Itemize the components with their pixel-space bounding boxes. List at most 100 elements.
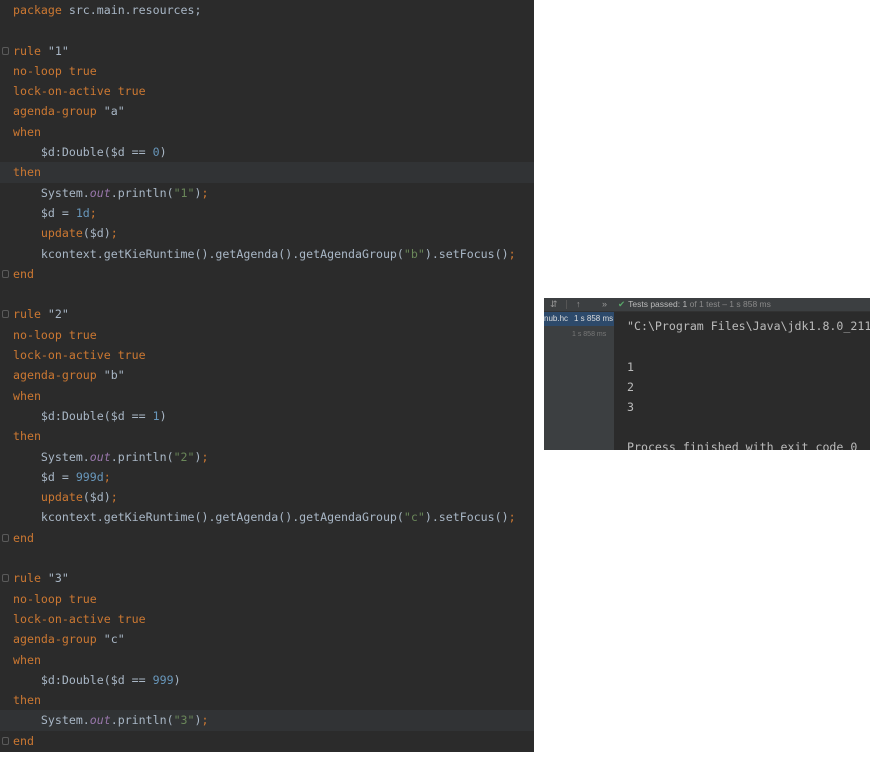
code-line[interactable]: System.out.println("2");	[0, 447, 534, 467]
code-line[interactable]: agenda-group "c"	[0, 629, 534, 649]
code-line[interactable]: rule "3"	[0, 568, 534, 588]
code-token: kcontext.getKieRuntime().getAgenda().get…	[13, 246, 404, 261]
code-token: no-loop	[13, 327, 69, 342]
code-editor[interactable]: package src.main.resources; rule "1" no-lo…	[0, 0, 534, 752]
code-token: then	[13, 165, 41, 180]
code-token: ($d)	[82, 490, 111, 505]
console-output-line: 3	[627, 400, 634, 414]
fold-marker-icon[interactable]	[2, 574, 9, 583]
fold-marker-icon[interactable]	[2, 736, 9, 745]
code-token: ;	[103, 469, 111, 484]
code-token: System.	[13, 449, 90, 464]
code-line[interactable]: when	[0, 122, 534, 142]
code-token: ).setFocus()	[424, 510, 509, 525]
code-line[interactable]: no-loop true	[0, 61, 534, 81]
code-token: end	[13, 530, 34, 545]
test-time: 1 s 858 ms	[574, 314, 614, 323]
sort-icon[interactable]: ⇵	[550, 298, 558, 311]
code-line[interactable]: update($d);	[0, 487, 534, 507]
code-line[interactable]	[0, 20, 534, 40]
code-line[interactable]: rule "1"	[0, 41, 534, 61]
code-token: 999	[152, 672, 174, 687]
console-output-line: 2	[627, 380, 634, 394]
double-chevron-icon[interactable]: »	[602, 298, 607, 311]
code-token: true	[117, 611, 146, 626]
code-token: )	[173, 672, 181, 687]
code-token: ;	[110, 490, 118, 505]
code-token: agenda-group	[13, 632, 104, 647]
code-token: end	[13, 266, 34, 281]
arrow-up-icon[interactable]: ↑	[576, 298, 581, 311]
code-token: "b"	[103, 368, 125, 383]
code-line[interactable]: kcontext.getKieRuntime().getAgenda().get…	[0, 507, 534, 527]
check-icon: ✔	[618, 299, 626, 309]
fold-marker-icon[interactable]	[2, 310, 9, 319]
code-token: )	[194, 449, 202, 464]
code-token: true	[117, 348, 146, 363]
test-tree-row[interactable]: 1 s 858 ms	[544, 328, 614, 342]
code-token: lock-on-active	[13, 611, 118, 626]
run-toolbar: ⇵ ↑ » ✔ Tests passed: 1 of 1 test – 1 s 8…	[544, 298, 870, 312]
code-line[interactable]	[0, 284, 534, 304]
fold-marker-icon[interactable]	[2, 533, 9, 542]
code-token: 999d	[75, 469, 104, 484]
code-line[interactable]: agenda-group "a"	[0, 101, 534, 121]
code-token: )	[194, 185, 202, 200]
tests-status: ✔ Tests passed: 1 of 1 test – 1 s 858 ms	[618, 298, 771, 311]
fold-marker-icon[interactable]	[2, 46, 9, 55]
code-token: ;	[89, 205, 97, 220]
code-line[interactable]: kcontext.getKieRuntime().getAgenda().get…	[0, 244, 534, 264]
code-line[interactable]: then	[0, 690, 534, 710]
status-label: Tests passed:	[628, 299, 681, 309]
code-token: when	[13, 124, 41, 139]
code-line[interactable]: then	[0, 162, 534, 183]
code-token: ).setFocus()	[424, 246, 509, 261]
code-token: then	[13, 429, 41, 444]
code-token: $d =	[13, 469, 76, 484]
code-token: when	[13, 652, 41, 667]
code-token: ;	[110, 226, 118, 241]
code-line[interactable]: when	[0, 386, 534, 406]
console-output[interactable]: "C:\Program Files\Java\jdk1.8.0_211 1 2 …	[614, 312, 870, 450]
code-line[interactable]: end	[0, 731, 534, 751]
code-line[interactable]: update($d);	[0, 223, 534, 243]
code-line[interactable]: end	[0, 528, 534, 548]
code-line[interactable]: System.out.println("1");	[0, 183, 534, 203]
code-token: update	[13, 490, 83, 505]
code-token: "1"	[173, 185, 195, 200]
code-line[interactable]: $d:Double($d == 999)	[0, 670, 534, 690]
code-token: .println(	[110, 713, 174, 728]
code-token: .println(	[110, 185, 174, 200]
code-token: "3"	[47, 571, 69, 586]
code-line[interactable]: end	[0, 264, 534, 284]
console-command: "C:\Program Files\Java\jdk1.8.0_211	[627, 319, 870, 333]
code-line[interactable]: lock-on-active true	[0, 609, 534, 629]
code-token: $d =	[13, 205, 76, 220]
code-line[interactable]: then	[0, 426, 534, 446]
code-line[interactable]: when	[0, 650, 534, 670]
test-tree-row-selected[interactable]: nub.hc 1 s 858 ms	[544, 312, 614, 326]
code-token: "3"	[173, 713, 195, 728]
code-line[interactable]: System.out.println("3");	[0, 710, 534, 731]
code-line[interactable]: package src.main.resources;	[0, 0, 534, 20]
code-line[interactable]: $d:Double($d == 0)	[0, 142, 534, 162]
test-tree[interactable]: nub.hc 1 s 858 ms 1 s 858 ms	[544, 312, 614, 450]
fold-marker-icon[interactable]	[2, 269, 9, 278]
code-line[interactable]: rule "2"	[0, 304, 534, 324]
code-token: out	[89, 713, 111, 728]
code-line[interactable]: lock-on-active true	[0, 345, 534, 365]
code-line[interactable]: agenda-group "b"	[0, 365, 534, 385]
code-line[interactable]: $d = 1d;	[0, 203, 534, 223]
code-line[interactable]: $d = 999d;	[0, 467, 534, 487]
code-area[interactable]: package src.main.resources; rule "1" no-lo…	[0, 0, 534, 751]
code-line[interactable]	[0, 548, 534, 568]
code-line[interactable]: no-loop true	[0, 325, 534, 345]
code-token: System.	[13, 713, 90, 728]
code-token: when	[13, 388, 41, 403]
code-line[interactable]: lock-on-active true	[0, 81, 534, 101]
code-token: then	[13, 693, 41, 708]
code-token: ;	[201, 185, 209, 200]
code-line[interactable]: no-loop true	[0, 589, 534, 609]
test-time: 1 s 858 ms	[572, 331, 607, 338]
code-line[interactable]: $d:Double($d == 1)	[0, 406, 534, 426]
